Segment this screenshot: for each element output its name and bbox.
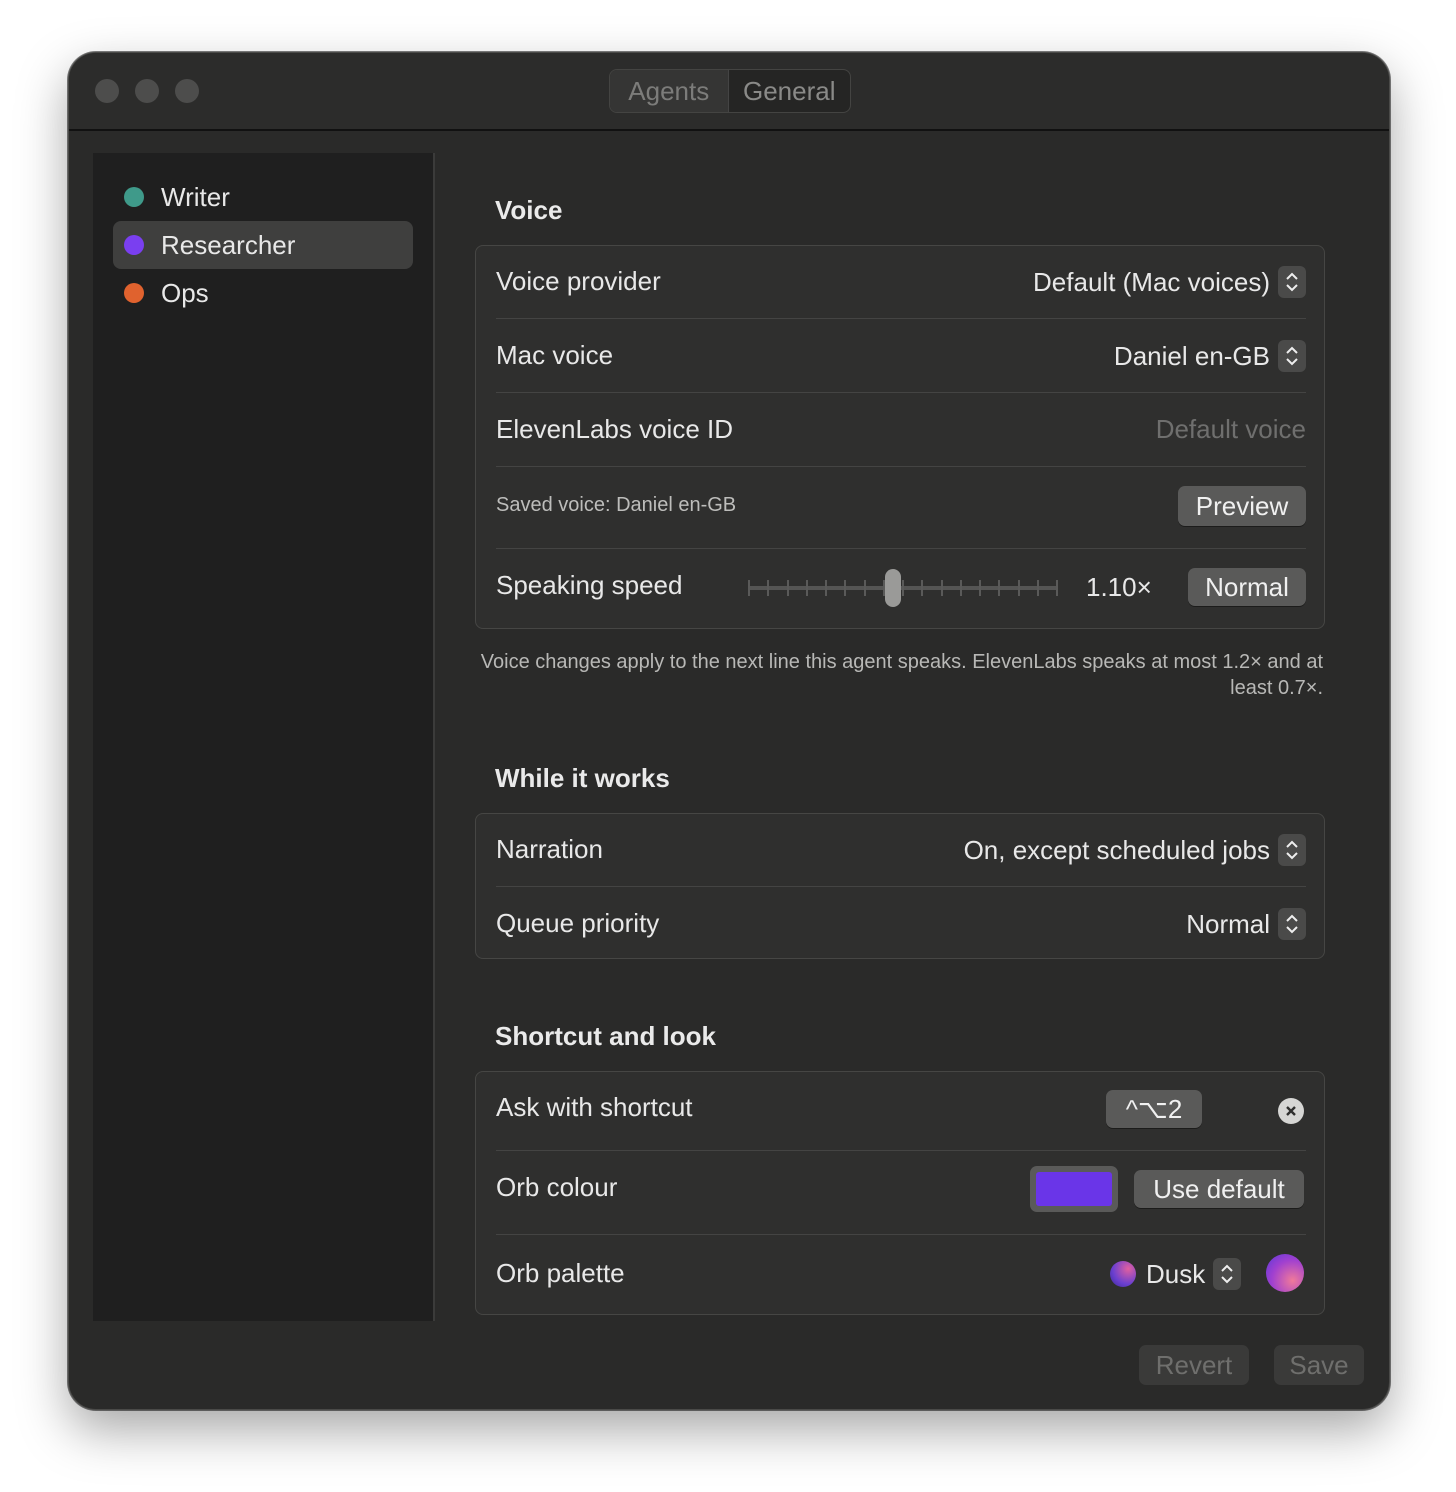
sidebar-item-writer[interactable]: Writer bbox=[113, 173, 413, 221]
slider-tick bbox=[1056, 580, 1058, 596]
divider bbox=[496, 1150, 1306, 1151]
close-window-button[interactable] bbox=[95, 79, 119, 103]
queue-priority-row: Queue priority Normal bbox=[496, 908, 1306, 942]
orb-colour-row: Orb colour Use default bbox=[496, 1166, 1306, 1214]
slider-tick bbox=[1036, 580, 1039, 596]
narration-row: Narration On, except scheduled jobs bbox=[496, 834, 1306, 868]
sidebar-item-ops[interactable]: Ops bbox=[113, 269, 413, 317]
settings-window: Agents General Writer Researcher Ops Voi… bbox=[68, 52, 1390, 1410]
tab-switcher: Agents General bbox=[609, 69, 851, 113]
slider-tick bbox=[825, 580, 827, 596]
voice-provider-popup[interactable]: Default (Mac voices) bbox=[1033, 266, 1306, 298]
saved-voice-text: Saved voice: Daniel en-GB bbox=[496, 494, 737, 516]
shortcut-look-card: Ask with shortcut ^⌥2 Orb colour Use def… bbox=[475, 1071, 1325, 1315]
chevron-updown-icon bbox=[1278, 266, 1306, 298]
sidebar-item-label: Ops bbox=[161, 277, 209, 308]
elevenlabs-label: ElevenLabs voice ID bbox=[496, 414, 734, 444]
voice-card: Voice provider Default (Mac voices) Mac … bbox=[475, 245, 1325, 629]
agent-color-dot bbox=[124, 235, 144, 255]
save-button[interactable]: Save bbox=[1274, 1345, 1364, 1385]
shortcut-recorder[interactable]: ^⌥2 bbox=[1106, 1090, 1202, 1128]
clear-shortcut-icon[interactable] bbox=[1278, 1098, 1304, 1124]
slider-tick bbox=[921, 580, 924, 596]
speaking-speed-slider[interactable] bbox=[748, 569, 1058, 607]
orb-colour-well[interactable] bbox=[1030, 1166, 1118, 1212]
narration-value: On, except scheduled jobs bbox=[963, 834, 1270, 865]
slider-tick bbox=[805, 580, 808, 596]
use-default-button[interactable]: Use default bbox=[1134, 1170, 1304, 1208]
divider bbox=[496, 548, 1306, 549]
orb-colour-label: Orb colour bbox=[496, 1172, 618, 1202]
orb-palette-value: Dusk bbox=[1146, 1258, 1206, 1289]
divider bbox=[496, 1234, 1306, 1235]
elevenlabs-row: ElevenLabs voice ID Default voice bbox=[496, 414, 1306, 448]
slider-tick bbox=[786, 580, 789, 596]
queue-priority-label: Queue priority bbox=[496, 908, 660, 938]
saved-voice-row: Saved voice: Daniel en-GB Preview bbox=[496, 484, 1306, 528]
elevenlabs-voice-id-field[interactable]: Default voice bbox=[1156, 414, 1306, 445]
voice-section-title: Voice bbox=[495, 195, 563, 225]
queue-priority-popup[interactable]: Normal bbox=[1186, 908, 1306, 940]
tab-agents[interactable]: Agents bbox=[610, 70, 729, 112]
chevron-updown-icon bbox=[1278, 340, 1306, 372]
normal-speed-button[interactable]: Normal bbox=[1188, 568, 1306, 606]
orb-palette-label: Orb palette bbox=[496, 1258, 625, 1288]
narration-popup[interactable]: On, except scheduled jobs bbox=[964, 834, 1306, 866]
divider bbox=[496, 318, 1306, 319]
while-it-works-card: Narration On, except scheduled jobs Queu… bbox=[475, 813, 1325, 959]
slider-tick bbox=[767, 580, 770, 596]
speaking-speed-row: Speaking speed 1.10× Normal bbox=[496, 564, 1306, 614]
slider-tick bbox=[979, 580, 981, 596]
chevron-updown-icon bbox=[1278, 908, 1306, 940]
divider bbox=[496, 392, 1306, 393]
tab-general[interactable]: General bbox=[729, 70, 850, 112]
sidebar-item-label: Writer bbox=[161, 181, 230, 212]
preview-button[interactable]: Preview bbox=[1178, 486, 1306, 526]
voice-provider-label: Voice provider bbox=[496, 266, 661, 296]
shortcut-look-title: Shortcut and look bbox=[495, 1021, 716, 1051]
agent-color-dot bbox=[124, 283, 144, 303]
voice-note: Voice changes apply to the next line thi… bbox=[480, 651, 1323, 699]
slider-tick bbox=[902, 580, 904, 596]
shortcut-row: Ask with shortcut ^⌥2 bbox=[496, 1088, 1306, 1132]
while-it-works-title: While it works bbox=[495, 763, 670, 793]
slider-tick bbox=[748, 580, 750, 596]
orb-palette-popup[interactable]: Dusk bbox=[1110, 1258, 1242, 1290]
voice-provider-value: Default (Mac voices) bbox=[1033, 266, 1270, 297]
minimize-window-button[interactable] bbox=[135, 79, 159, 103]
zoom-window-button[interactable] bbox=[175, 79, 199, 103]
shortcut-label: Ask with shortcut bbox=[496, 1092, 693, 1122]
mac-voice-label: Mac voice bbox=[496, 340, 614, 370]
slider-tick bbox=[959, 580, 962, 596]
chevron-updown-icon bbox=[1213, 1258, 1242, 1290]
voice-provider-row: Voice provider Default (Mac voices) bbox=[496, 266, 1306, 300]
mac-voice-popup[interactable]: Daniel en-GB bbox=[1114, 340, 1306, 372]
slider-tick bbox=[844, 580, 847, 596]
narration-label: Narration bbox=[496, 834, 603, 864]
slider-tick bbox=[863, 580, 866, 596]
divider bbox=[496, 466, 1306, 467]
sidebar-item-label: Researcher bbox=[161, 229, 296, 260]
title-bar: Agents General bbox=[69, 53, 1389, 131]
orb-colour-swatch bbox=[1036, 1172, 1112, 1206]
chevron-updown-icon bbox=[1278, 834, 1306, 866]
slider-tick bbox=[1017, 580, 1020, 596]
agents-sidebar: Writer Researcher Ops bbox=[93, 153, 435, 1321]
sidebar-item-researcher[interactable]: Researcher bbox=[113, 221, 413, 269]
orb-palette-row: Orb palette Dusk bbox=[496, 1254, 1306, 1298]
agent-color-dot bbox=[124, 187, 144, 207]
mac-voice-value: Daniel en-GB bbox=[1113, 340, 1270, 371]
orb-preview-icon bbox=[1266, 1254, 1304, 1292]
speaking-speed-value: 1.10× bbox=[1086, 572, 1152, 602]
slider-tick bbox=[998, 580, 1001, 596]
queue-priority-value: Normal bbox=[1186, 908, 1270, 939]
slider-thumb[interactable] bbox=[885, 569, 901, 607]
revert-button[interactable]: Revert bbox=[1139, 1345, 1249, 1385]
mac-voice-row: Mac voice Daniel en-GB bbox=[496, 340, 1306, 374]
palette-preview-icon bbox=[1110, 1261, 1136, 1287]
slider-tick bbox=[940, 580, 943, 596]
divider bbox=[496, 886, 1306, 887]
speaking-speed-label: Speaking speed bbox=[496, 570, 683, 600]
